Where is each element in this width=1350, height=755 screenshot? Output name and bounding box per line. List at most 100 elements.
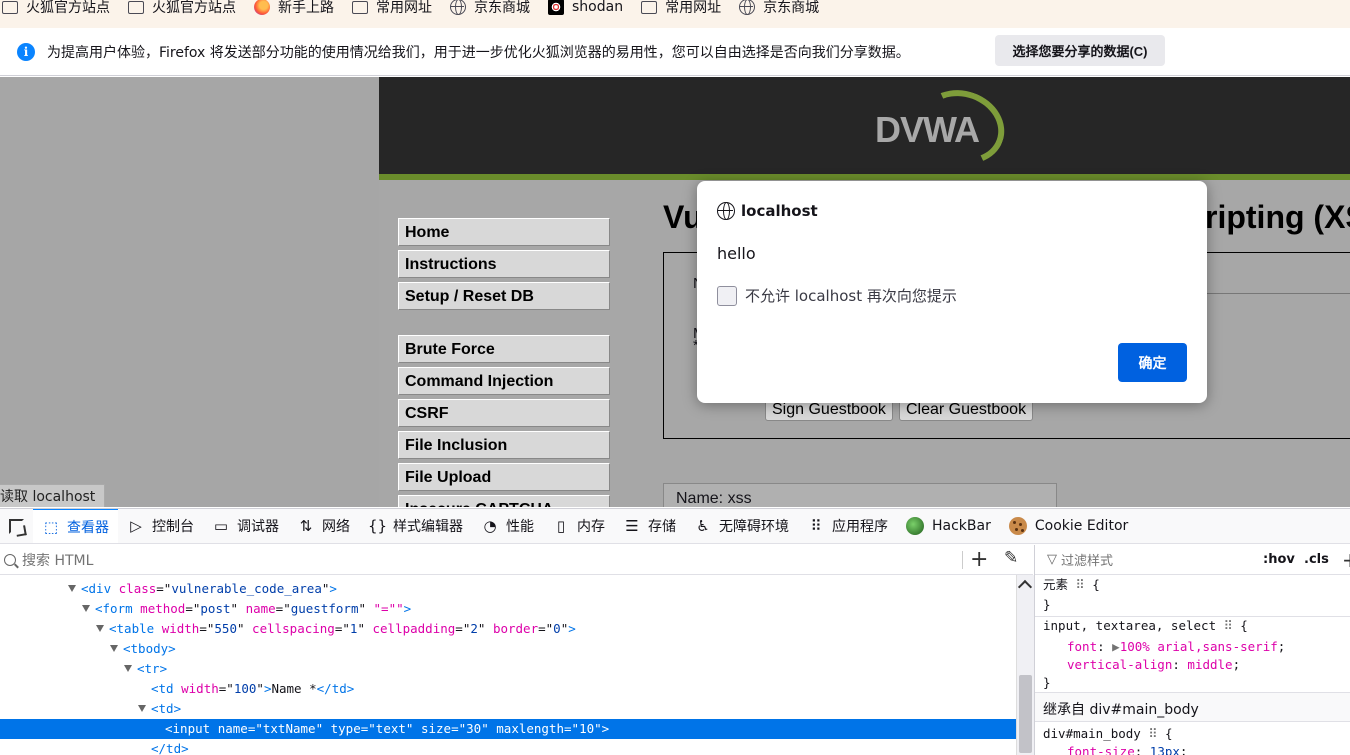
cookie-icon [1008,517,1027,535]
choose-data-button[interactable]: 选择您要分享的数据(C) [995,35,1165,66]
menu-item-setup[interactable]: Setup / Reset DB [398,282,610,310]
tree-node[interactable]: <div class="vulnerable_code_area"> [68,579,1016,599]
tree-node[interactable]: <tbody> [110,639,1016,659]
ok-button[interactable]: 确定 [1118,343,1187,382]
element-picker-button[interactable] [0,509,33,543]
dvwa-logo: DVWA [875,78,1015,176]
bookmark-item[interactable]: shodan [538,0,631,21]
console-icon: ▷ [130,517,142,535]
tab-application[interactable]: ⠿ 应用程序 [798,509,897,543]
menu-item-brute-force[interactable]: Brute Force [398,335,610,363]
tab-debugger[interactable]: ▭ 调试器 [203,509,288,543]
menu-item-insecure-captcha[interactable]: Insecure CAPTCHA [398,495,610,507]
rule-selector[interactable]: input, textarea, select ⠿ { [1043,617,1248,635]
tree-node[interactable]: <td> [138,699,1016,719]
performance-icon: ◔ [483,517,497,535]
tab-hackbar[interactable]: HackBar [897,509,1000,543]
menu-item-file-inclusion[interactable]: File Inclusion [398,431,610,459]
add-node-icon[interactable]: + [970,547,988,572]
dialog-host: localhost [741,202,818,220]
memory-icon: ▯ [556,517,566,535]
menu-item-file-upload[interactable]: File Upload [398,463,610,491]
tab-performance[interactable]: ◔ 性能 [472,509,543,543]
element-rule[interactable]: 元素 ⠿ { [1043,576,1100,594]
storage-icon: ☰ [625,517,639,535]
rule-close: } [1043,597,1051,612]
dialog-message: hello [717,244,756,263]
checkbox-label: 不允许 localhost 再次向您提示 [745,287,957,305]
search-html-input[interactable]: 搜索 HTML [22,550,93,570]
rule-close: } [1043,675,1051,690]
cls-toggle[interactable]: .cls [1304,552,1329,567]
checkbox-box[interactable] [717,285,737,306]
markup-scrollbar[interactable] [1016,575,1034,755]
rule-selector[interactable]: div#main_body ⠿ { [1043,725,1173,743]
tab-cookie-editor[interactable]: Cookie Editor [1000,509,1137,543]
tab-storage[interactable]: ☰ 存储 [614,509,685,543]
hov-toggle[interactable]: :hov [1263,552,1295,567]
tree-node[interactable]: <table width="550" cellspacing="1" cellp… [96,619,1016,639]
notification-text: 为提高用户体验，Firefox 将发送部分功能的使用情况给我们，用于进一步优化火… [47,44,910,61]
expand-twisty-icon[interactable] [138,705,146,712]
shodan-icon [548,0,564,15]
folder-icon [2,0,18,14]
rules-pane: ▽ 过滤样式 :hov .cls + 元素 ⠿ { } input, texta… [1034,545,1350,755]
menu-item-csrf[interactable]: CSRF [398,399,610,427]
eyedropper-icon[interactable]: ✎ [1004,548,1018,568]
grid-icon: ⠿ [1148,726,1158,741]
pick-icon [9,518,24,534]
tab-inspector[interactable]: ⬚ 查看器 [33,509,118,543]
tree-node-selected[interactable]: <input name="txtName" type="text" size="… [0,719,1016,739]
inherited-header: 继承自 div#main_body [1035,692,1350,722]
expand-arrow-icon[interactable]: ▶ [1112,639,1120,654]
bookmark-item[interactable]: 火狐官方站点 [0,0,118,21]
rule-declaration[interactable]: font-size: 13px; [1067,743,1187,755]
filter-icon: ▽ [1047,552,1057,567]
tree-node[interactable]: <form method="post" name="guestform" "="… [82,599,1016,619]
bookmark-item[interactable]: 火狐官方站点 [118,0,244,21]
tab-console[interactable]: ▷ 控制台 [118,509,203,543]
folder-icon [352,0,368,14]
firefox-icon [254,0,270,15]
tab-memory[interactable]: ▯ 内存 [543,509,614,543]
tab-style-editor[interactable]: {} 样式编辑器 [359,509,472,543]
dialog-header: localhost [717,202,818,220]
bookmark-item[interactable]: 常用网址 [631,0,729,21]
globe-icon [450,0,466,15]
filter-styles-input[interactable]: 过滤样式 [1061,550,1113,569]
rule-declaration[interactable]: vertical-align: middle; [1067,656,1240,674]
menu-top: Home Instructions Setup / Reset DB [398,218,610,314]
inspector-icon: ⬚ [43,518,59,536]
scrollbar-thumb[interactable] [1019,675,1032,753]
filter-styles-bar: ▽ 过滤样式 :hov .cls + [1035,545,1350,575]
html-search-bar: 搜索 HTML + ✎ [0,545,1033,575]
menu-item-home[interactable]: Home [398,218,610,246]
bookmark-item[interactable]: 新手上路 [244,0,342,21]
menu-item-instructions[interactable]: Instructions [398,250,610,278]
tree-node[interactable]: <td width="100">Name *</td> [151,679,1016,699]
menu-item-command-injection[interactable]: Command Injection [398,367,610,395]
expand-twisty-icon[interactable] [110,645,118,652]
tab-network[interactable]: ⇅ 网络 [288,509,359,543]
add-rule-icon[interactable]: + [1342,548,1350,572]
suppress-dialogs-checkbox[interactable]: 不允许 localhost 再次向您提示 [717,285,957,306]
tree-node[interactable]: <tr> [124,659,1016,679]
expand-twisty-icon[interactable] [68,585,76,592]
page-title-right: ripting (XS [1205,199,1350,235]
bookmark-item[interactable]: 常用网址 [342,0,440,21]
scroll-up-icon[interactable] [1017,579,1033,595]
tab-accessibility[interactable]: ♿ 无障碍环境 [685,509,798,543]
search-icon [4,553,16,566]
expand-twisty-icon[interactable] [124,665,132,672]
expand-twisty-icon[interactable] [96,625,104,632]
tree-node[interactable]: </td> [151,739,1016,755]
bookmark-item[interactable]: 京东商城 [729,0,827,21]
bookmark-item[interactable]: 京东商城 [440,0,538,21]
expand-twisty-icon[interactable] [82,605,90,612]
bookmarks-toolbar: 火狐官方站点 火狐官方站点 新手上路 常用网址 京东商城 shodan 常用网址… [0,0,1350,28]
folder-icon [128,0,144,14]
alert-dialog: localhost hello 不允许 localhost 再次向您提示 确定 [697,181,1207,403]
telemetry-notification-bar: i 为提高用户体验，Firefox 将发送部分功能的使用情况给我们，用于进一步优… [0,28,1350,76]
rule-declaration[interactable]: font: ▶100% arial,sans-serif; [1067,638,1285,656]
accessibility-icon: ♿ [696,517,710,535]
